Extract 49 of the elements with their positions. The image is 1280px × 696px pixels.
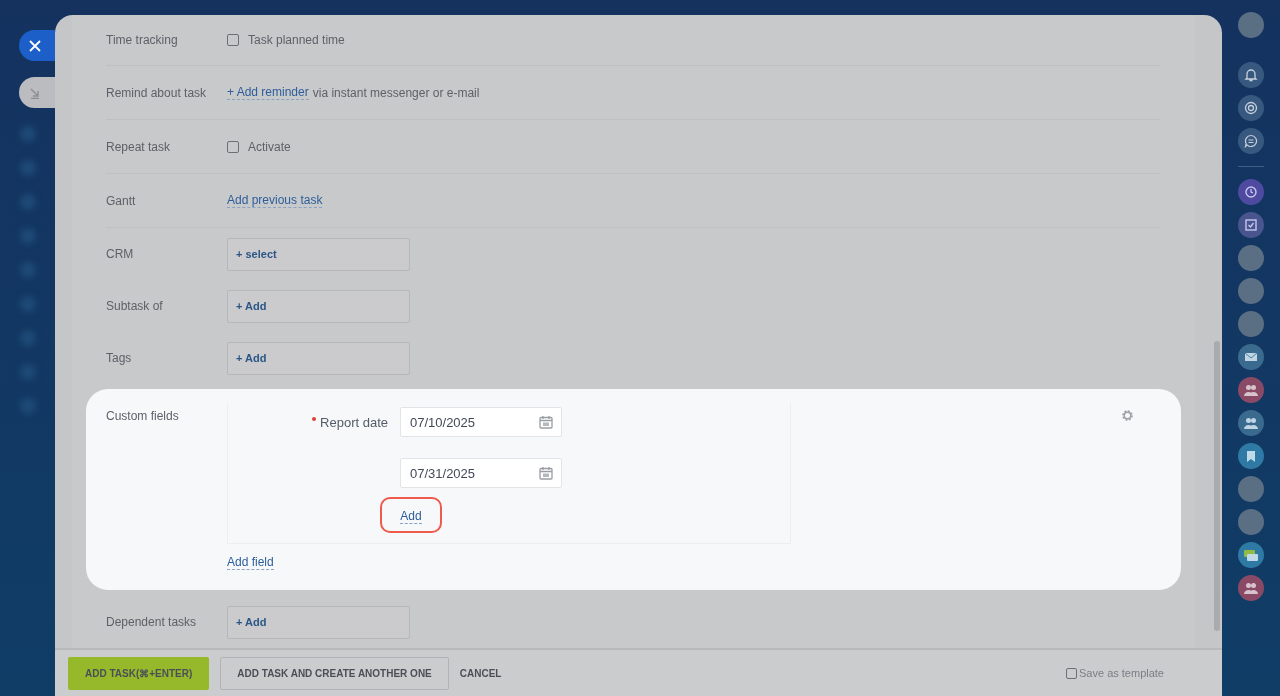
collapse-icon bbox=[29, 86, 41, 99]
selector-button[interactable]: + Add bbox=[227, 341, 410, 375]
calendar-icon bbox=[539, 466, 553, 480]
close-button[interactable] bbox=[19, 30, 55, 61]
checkbox-label: Save as template bbox=[1079, 667, 1164, 679]
clock-icon[interactable] bbox=[1238, 179, 1264, 205]
field-label: Time tracking bbox=[106, 33, 179, 47]
add-another-button[interactable]: ADD TASK AND CREATE ANOTHER ONE bbox=[220, 656, 449, 690]
add-reminder-link[interactable]: + Add reminder bbox=[227, 85, 309, 100]
checkbox-label: Activate bbox=[248, 139, 291, 154]
people-icon[interactable] bbox=[1238, 410, 1264, 436]
collapse-button[interactable] bbox=[19, 77, 55, 108]
field-label: Subtask of bbox=[106, 299, 164, 313]
date-input[interactable]: 07/10/2025 bbox=[400, 407, 562, 437]
bookmark-icon[interactable] bbox=[1238, 443, 1264, 469]
field-label: Gantt bbox=[106, 193, 137, 208]
checkbox[interactable] bbox=[1066, 667, 1077, 679]
selector-button[interactable]: + select bbox=[227, 237, 410, 271]
selector-button[interactable]: + Add bbox=[227, 605, 410, 639]
task-icon[interactable] bbox=[1238, 212, 1264, 238]
checkbox[interactable] bbox=[227, 140, 239, 153]
checkbox[interactable] bbox=[227, 34, 239, 46]
scrollbar[interactable] bbox=[1214, 341, 1220, 631]
field-label: Dependent tasks bbox=[106, 615, 198, 629]
selector-button[interactable]: + Add bbox=[227, 289, 410, 323]
people-icon[interactable] bbox=[1238, 575, 1264, 601]
field-label: Report date bbox=[320, 414, 388, 430]
add-task-button[interactable]: ADD TASK(⌘+ENTER) bbox=[68, 656, 210, 690]
field-label: Repeat task bbox=[106, 139, 172, 154]
people-icon[interactable] bbox=[1238, 377, 1264, 403]
reminder-hint: via instant messenger or e-mail bbox=[312, 85, 480, 100]
add-link[interactable]: Add previous task bbox=[227, 193, 323, 208]
checkbox-label: Task planned time bbox=[248, 33, 345, 47]
cancel-button[interactable]: CANCEL bbox=[459, 656, 502, 690]
chat-icon[interactable] bbox=[1238, 542, 1264, 568]
close-icon bbox=[29, 39, 41, 52]
mail-icon[interactable] bbox=[1238, 344, 1264, 370]
avatar-icon[interactable] bbox=[1238, 12, 1264, 38]
bell-icon[interactable] bbox=[1238, 62, 1264, 88]
add-value-link[interactable]: Add bbox=[400, 509, 422, 524]
field-label: Tags bbox=[106, 351, 133, 365]
field-label: Remind about task bbox=[106, 85, 208, 100]
chat-icon[interactable] bbox=[1238, 128, 1264, 154]
field-label: CRM bbox=[106, 247, 135, 261]
date-input[interactable]: 07/31/2025 bbox=[400, 458, 562, 488]
field-label: Custom fields bbox=[106, 408, 180, 425]
add-field-link[interactable]: Add field bbox=[227, 555, 274, 570]
target-icon[interactable] bbox=[1238, 95, 1264, 121]
calendar-icon bbox=[539, 415, 553, 429]
